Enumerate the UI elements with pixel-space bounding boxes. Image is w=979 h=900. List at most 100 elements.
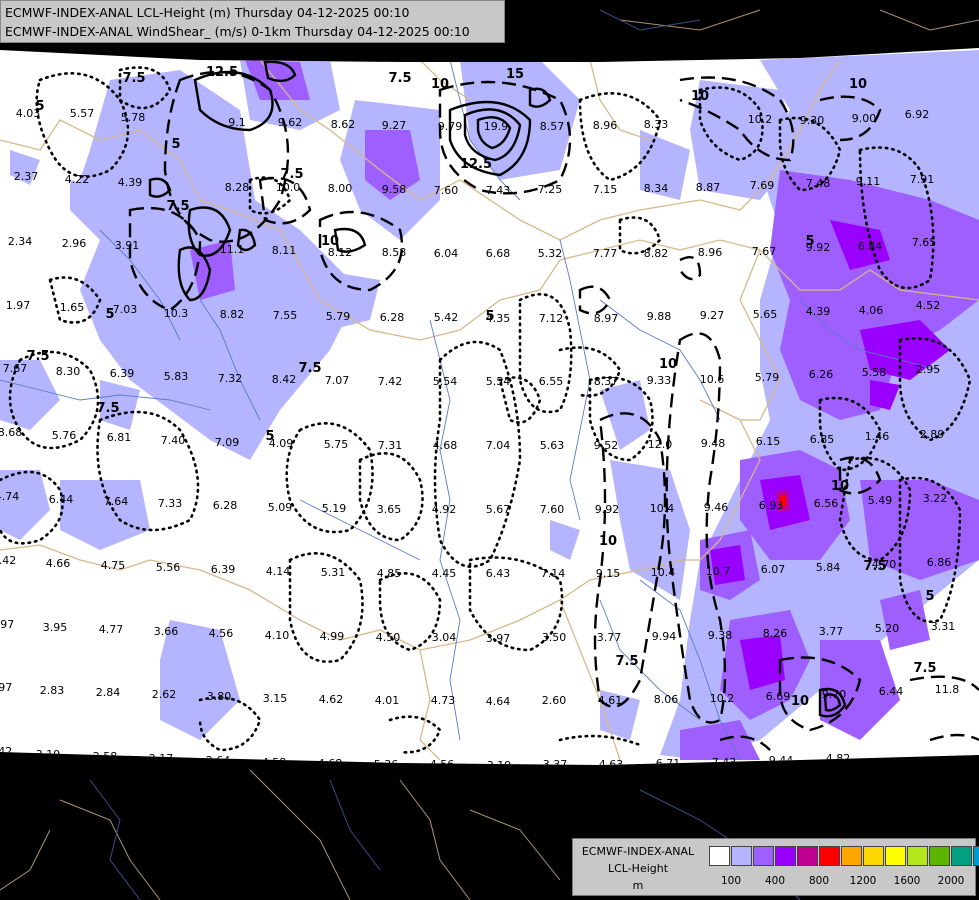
grid-value-label: 3.80 [207, 690, 232, 703]
grid-value-label: 9.33 [647, 374, 672, 387]
contour-label: 10 [659, 357, 677, 372]
legend-model-label: ECMWF-INDEX-ANAL [581, 845, 695, 858]
grid-value-label: 11.1 [220, 243, 245, 256]
grid-value-label: 4.77 [99, 623, 124, 636]
grid-value-label: 4.01 [375, 694, 400, 707]
grid-value-label: 6.39 [211, 563, 236, 576]
grid-value-label: 5.42 [434, 311, 459, 324]
grid-value-label: 3.66 [154, 625, 179, 638]
contour-label: 7.5 [615, 654, 638, 669]
grid-value-label: 6.92 [905, 108, 930, 121]
grid-value-label: 8.42 [272, 373, 297, 386]
contour-label: 12.5 [460, 157, 492, 172]
grid-value-label: 7.65 [912, 236, 937, 249]
grid-value-label: 3.91 [115, 239, 140, 252]
grid-value-label: 6.43 [486, 567, 511, 580]
contour-label: 7.5 [280, 167, 303, 182]
legend-swatch [973, 846, 979, 866]
grid-value-label: 7.60 [540, 503, 565, 516]
grid-value-label: 3.77 [819, 625, 844, 638]
grid-value-label: 5.54 [433, 375, 458, 388]
grid-value-label: 7.15 [593, 183, 618, 196]
grid-value-label: 11.8 [935, 683, 960, 696]
grid-value-label: 6.86 [927, 556, 952, 569]
contour-label: 7.5 [26, 349, 49, 364]
contour-label: 12.5 [206, 65, 238, 80]
grid-value-label: 7.03 [113, 303, 138, 316]
grid-value-label: 4.68 [433, 439, 458, 452]
grid-value-label: 6.39 [110, 367, 135, 380]
grid-value-label: 8.82 [644, 247, 669, 260]
grid-value-label: 9.88 [647, 310, 672, 323]
grid-value-label: 8.62 [331, 118, 356, 131]
legend-tick-label: 1600 [893, 875, 921, 887]
grid-value-label: 8.26 [763, 627, 788, 640]
contour-label: 7.5 [166, 199, 189, 214]
map-title-box: ECMWF-INDEX-ANAL LCL-Height (m) Thursday… [0, 0, 505, 43]
grid-value-label: 1.65 [60, 301, 85, 314]
grid-value-label: 7.09 [215, 436, 240, 449]
grid-value-label: 4.61 [598, 694, 623, 707]
grid-value-label: 7.12 [539, 312, 564, 325]
grid-value-label: 9.30 [800, 114, 825, 127]
grid-value-label: 4.22 [65, 173, 90, 186]
grid-value-label: 4.92 [432, 503, 457, 516]
grid-value-label: 9.46 [704, 501, 729, 514]
grid-value-label: 2.34 [8, 235, 33, 248]
grid-value-label: 4.03 [16, 107, 41, 120]
grid-value-label: 8.11 [272, 244, 297, 257]
grid-value-label: 5.57 [70, 107, 95, 120]
contour-label: 10 [791, 694, 809, 709]
weather-map: 12.57.5 1051512.57.557.5107.55107.57.5 105… [0, 0, 979, 900]
contour-label: 7.5 [96, 401, 119, 416]
legend-swatch [863, 846, 884, 866]
grid-value-label: 7.77 [593, 247, 618, 260]
grid-value-label: 8.57 [540, 120, 565, 133]
grid-value-label: 8.00 [328, 182, 353, 195]
grid-value-label: 9.27 [382, 119, 407, 132]
grid-value-label: 9.11 [856, 175, 881, 188]
grid-value-label: 8.58 [382, 246, 407, 259]
legend-tick-label: 2000 [937, 875, 965, 887]
grid-value-label: 9.52 [594, 439, 619, 452]
grid-value-label: 6.28 [213, 499, 238, 512]
grid-value-label: 4.42 [0, 554, 16, 567]
grid-value-label: 7.43 [486, 184, 511, 197]
grid-value-label: 9.48 [701, 437, 726, 450]
grid-value-label: 5.56 [156, 561, 181, 574]
legend-tick-label: 100 [720, 875, 742, 887]
grid-value-label: 2.37 [14, 170, 39, 183]
grid-value-label: 7.67 [3, 362, 28, 375]
grid-value-label: 4.66 [46, 557, 71, 570]
grid-value-label: 4.75 [101, 559, 126, 572]
grid-value-label: 4.06 [859, 304, 884, 317]
grid-value-label: 6.85 [810, 433, 835, 446]
grid-value-label: 8.97 [594, 312, 619, 325]
grid-value-label: 1.46 [865, 430, 890, 443]
grid-value-label: 19.9 [484, 120, 509, 133]
legend-swatch [819, 846, 840, 866]
grid-value-label: 6.04 [434, 247, 459, 260]
grid-value-label: 6.44 [879, 685, 904, 698]
grid-value-label: 5.20 [875, 622, 900, 635]
grid-value-label: 9.1 [228, 116, 246, 129]
grid-value-label: 4.45 [432, 567, 457, 580]
contour-label: 10 [831, 479, 849, 494]
grid-value-label: 10.7 [706, 565, 731, 578]
grid-value-label: 7.67 [752, 245, 777, 258]
grid-value-label: 6.28 [380, 311, 405, 324]
contour-label: 5 [925, 589, 934, 604]
grid-value-label: 7.31 [378, 439, 403, 452]
legend-unit-label: m [632, 879, 644, 892]
grid-value-label: 4.39 [118, 176, 143, 189]
grid-value-label: 8.96 [698, 246, 723, 259]
grid-value-label: 3.97 [0, 618, 14, 631]
grid-value-label: 7.55 [273, 309, 298, 322]
grid-value-label: 6.69 [766, 690, 791, 703]
grid-value-label: 7.25 [538, 183, 563, 196]
grid-value-label: 4.99 [320, 630, 345, 643]
grid-value-label: 6.07 [761, 563, 786, 576]
legend-swatches [709, 846, 979, 866]
grid-value-label: 8.06 [654, 693, 679, 706]
grid-value-label: 3.65 [377, 503, 402, 516]
